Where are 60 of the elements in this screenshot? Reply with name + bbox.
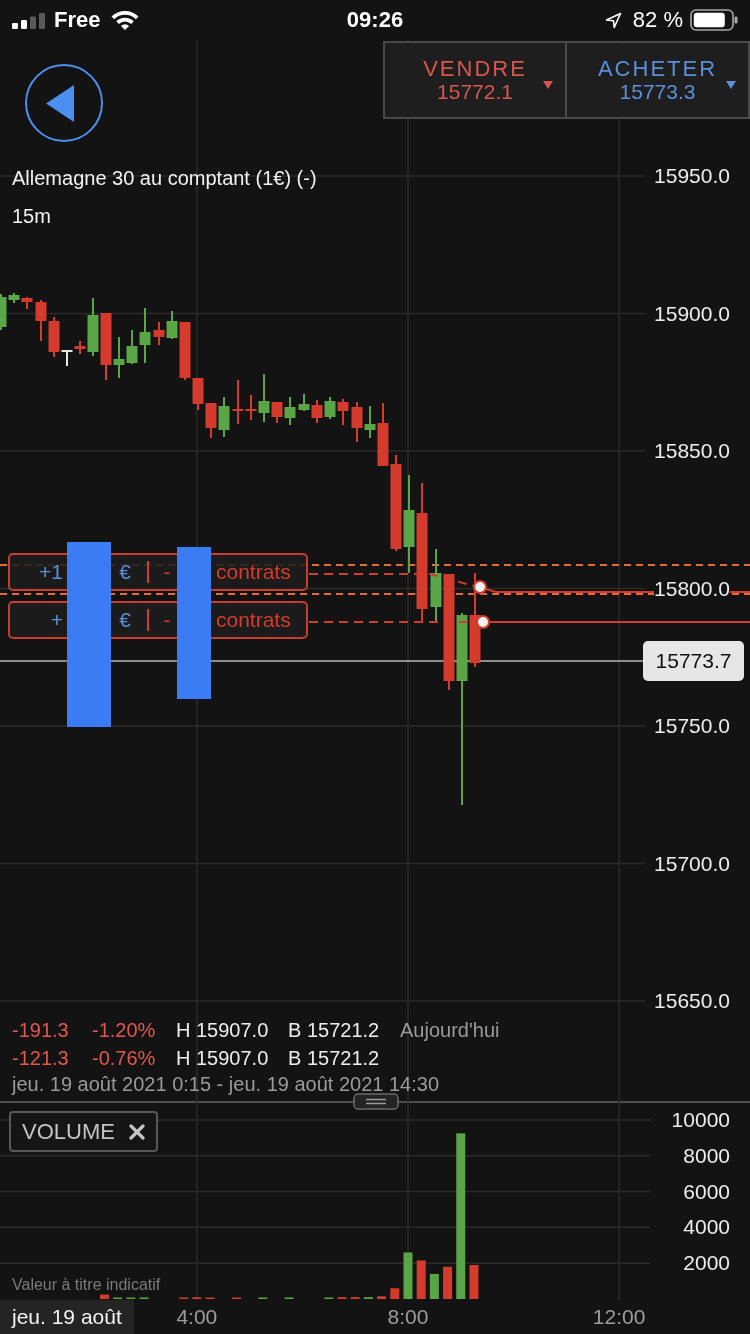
date-range: jeu. 19 août 2021 0:15 - jeu. 19 août 2021 14:30 [12, 1072, 441, 1096]
change-percent: -1.20% [92, 1018, 156, 1043]
order-handle[interactable] [476, 615, 490, 629]
volume-axis-label: 8000 [683, 1143, 730, 1168]
high-value: H 15907.0 [176, 1018, 269, 1043]
candle [153, 321, 165, 346]
battery-percent: 82 % [632, 7, 683, 33]
clock-time: 09:26 [346, 7, 404, 33]
signal-icon [12, 13, 46, 29]
date-chip: jeu. 19 août [0, 1300, 134, 1334]
order-sign: - [162, 608, 172, 632]
volume-axis-label: 4000 [683, 1215, 730, 1240]
volume-axis-label: 2000 [683, 1251, 730, 1276]
low-value: B 15721.2 [288, 1046, 380, 1071]
instrument-title: Allemagne 30 au comptant (1€) (-) [12, 166, 317, 191]
buy-button[interactable]: ACHETER 15773.3 [567, 41, 750, 119]
volume-axis-label: 10000 [671, 1107, 730, 1132]
candle [21, 296, 33, 310]
candle [324, 396, 336, 420]
change-value: -121.3 [12, 1046, 69, 1071]
current-price-tag: 15773.7 [643, 641, 744, 681]
time-axis-label: 12:00 [592, 1304, 646, 1330]
change-percent: -0.76% [92, 1046, 156, 1071]
interval-label: 15m [12, 204, 51, 229]
resize-handle[interactable] [353, 1093, 399, 1110]
disclaimer-text: Valeur à titre indicatif [12, 1275, 161, 1295]
order-sign: - [162, 560, 172, 584]
time-axis-label: 8:00 [387, 1304, 429, 1330]
low-value: B 15721.2 [288, 1018, 380, 1043]
battery-icon [690, 9, 738, 31]
candle [298, 393, 310, 412]
candle [35, 299, 47, 342]
candle [218, 396, 230, 438]
candle [284, 396, 296, 426]
location-arrow-icon [604, 11, 622, 29]
wifi-icon [110, 9, 141, 31]
caret-icon [543, 81, 553, 89]
period-label: Aujourd'hui [400, 1018, 500, 1043]
order-amount: +1 [38, 560, 63, 584]
candle [205, 402, 217, 439]
order-handle[interactable] [473, 580, 487, 594]
order-currency: € [118, 608, 132, 632]
volume-axis-label: 6000 [683, 1179, 730, 1204]
order-unit: contrats [216, 560, 291, 584]
carrier-name: Free [54, 7, 101, 33]
caret-icon [726, 81, 736, 89]
order-currency: € [118, 560, 132, 584]
candle [311, 399, 323, 424]
left-triangle-icon [46, 84, 74, 122]
back-button[interactable] [25, 64, 103, 142]
candle [337, 398, 349, 426]
high-value: H 15907.0 [176, 1046, 269, 1071]
sell-button[interactable]: VENDRE 15772.1 [383, 41, 567, 119]
change-value: -191.3 [12, 1018, 69, 1043]
time-axis-label: 4:00 [176, 1304, 218, 1330]
close-icon[interactable] [128, 1123, 145, 1140]
order-amount: + [49, 608, 63, 632]
indicator-label: VOLUME [22, 1118, 115, 1145]
order-unit: contrats [216, 608, 291, 632]
candle [351, 401, 363, 443]
